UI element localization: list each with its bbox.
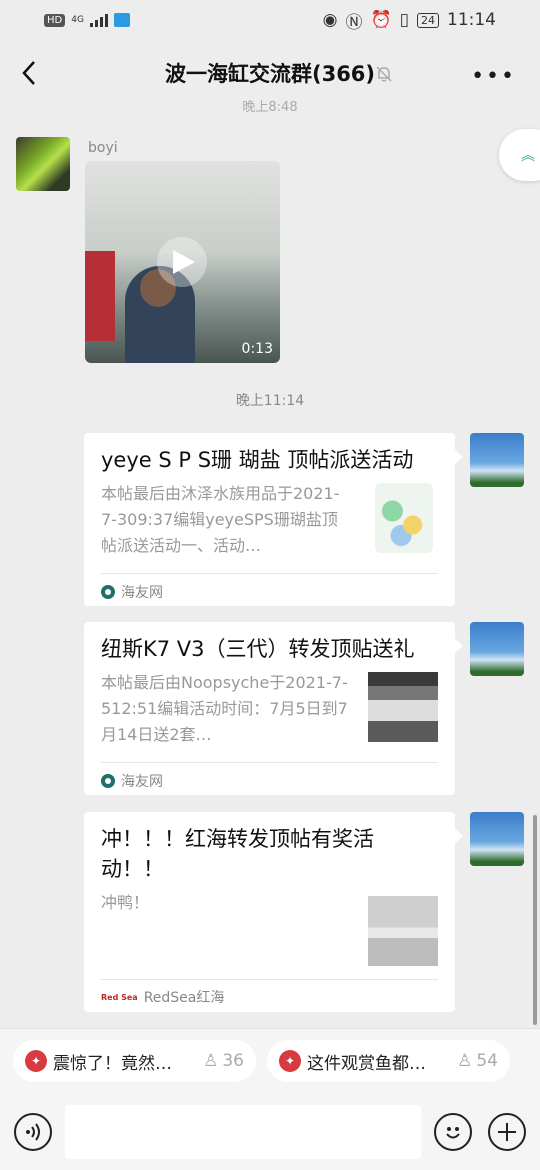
video-duration: 0:13 — [241, 341, 273, 357]
count-value: 36 — [222, 1051, 244, 1071]
source-name: 海友网 — [121, 585, 163, 601]
network-type: 4G — [71, 15, 84, 25]
sender-name: boyi — [88, 140, 118, 156]
suggestion-chip[interactable]: ✦ 震惊了！竟然… ♙ 36 — [13, 1040, 256, 1082]
person-icon: ♙ — [203, 1051, 219, 1071]
card-thumbnail — [375, 483, 433, 553]
alarm-icon: ⏰ — [370, 10, 392, 30]
scrollbar[interactable] — [533, 815, 537, 1025]
hot-icon: ✦ — [279, 1050, 301, 1072]
bottom-panel: ✦ 震惊了！竟然… ♙ 36 ✦ 这件观赏鱼都… ♙ 54 — [0, 1028, 540, 1170]
play-icon[interactable] — [157, 237, 207, 287]
card-title: yeye S P S珊 瑚盐 顶帖派送活动 — [101, 448, 414, 472]
link-card[interactable]: 纽斯K7 V3（三代）转发顶贴送礼 本帖最后由Noopsyche于2021-7-… — [84, 622, 463, 795]
hd-badge: HD — [44, 13, 66, 27]
divider — [101, 762, 438, 763]
video-frame-sign — [85, 251, 115, 341]
app-icon — [113, 13, 130, 27]
input-bar — [0, 1105, 540, 1161]
divider — [101, 573, 438, 574]
card-thumbnail — [368, 896, 438, 966]
card-thumbnail — [368, 672, 438, 742]
clock: 11:14 — [447, 10, 496, 30]
suggestion-count: ♙ 36 — [203, 1051, 244, 1071]
nfc-icon: Ⓝ — [345, 12, 363, 33]
avatar[interactable] — [470, 812, 524, 866]
avatar[interactable] — [470, 622, 524, 676]
chat-title: 波一海缸交流群(366) — [164, 62, 376, 86]
avatar[interactable] — [470, 433, 524, 487]
suggestion-label: 这件观赏鱼都… — [307, 1053, 426, 1074]
double-chevron-up-icon: ︽ — [521, 148, 535, 164]
add-icon[interactable] — [488, 1113, 526, 1151]
count-value: 54 — [476, 1051, 498, 1071]
avatar[interactable] — [16, 137, 70, 191]
back-icon[interactable] — [16, 56, 46, 90]
site-logo-icon — [101, 585, 115, 599]
signal-icon — [89, 13, 108, 27]
source-name: 海友网 — [121, 774, 163, 790]
card-description: 本帖最后由Noopsyche于2021-7-512:51编辑活动时间：7月5日到… — [101, 673, 348, 744]
card-title: 纽斯K7 V3（三代）转发顶贴送礼 — [101, 637, 415, 661]
card-description: 冲鸭！ — [101, 893, 150, 912]
vibrate-icon: ▯ — [399, 10, 409, 30]
status-bar: HD 4G ◉ Ⓝ ⏰ ▯ 24 11:14 — [0, 0, 540, 40]
suggestion-count: ♙ 54 — [457, 1051, 498, 1071]
battery-icon: 24 — [417, 12, 439, 28]
card-source: Red Sea RedSea红海 — [101, 987, 224, 1007]
mute-bell-icon — [376, 66, 392, 82]
hot-icon: ✦ — [25, 1050, 47, 1072]
message-input[interactable] — [65, 1105, 421, 1159]
eye-icon: ◉ — [322, 10, 338, 30]
previous-timestamp: 晚上8:48 — [242, 100, 298, 115]
card-source: 海友网 — [101, 582, 163, 602]
video-message[interactable]: 0:13 — [85, 161, 280, 363]
scroll-to-new-button[interactable]: ︽ — [499, 129, 540, 181]
suggestion-label: 震惊了！竟然… — [53, 1053, 172, 1074]
card-title: 冲！！！红海转发顶帖有奖活动！！ — [101, 827, 374, 881]
person-icon: ♙ — [457, 1051, 473, 1071]
message-timestamp: 晚上11:14 — [235, 393, 305, 409]
source-name: RedSea红海 — [143, 990, 225, 1006]
more-icon[interactable]: ••• — [471, 64, 516, 89]
emoji-icon[interactable] — [434, 1113, 472, 1151]
card-source: 海友网 — [101, 771, 163, 791]
link-card[interactable]: 冲！！！红海转发顶帖有奖活动！！ 冲鸭！ Red Sea RedSea红海 — [84, 812, 463, 1012]
link-card[interactable]: yeye S P S珊 瑚盐 顶帖派送活动 本帖最后由沐泽水族用品于2021-7… — [84, 433, 463, 606]
redsea-logo-icon: Red Sea — [101, 992, 138, 1002]
voice-input-icon[interactable] — [14, 1113, 52, 1151]
divider — [101, 979, 438, 980]
card-description: 本帖最后由沐泽水族用品于2021-7-309:37编辑yeyeSPS珊瑚盐顶帖派… — [101, 484, 340, 555]
suggestion-chip[interactable]: ✦ 这件观赏鱼都… ♙ 54 — [267, 1040, 510, 1082]
site-logo-icon — [101, 774, 115, 788]
